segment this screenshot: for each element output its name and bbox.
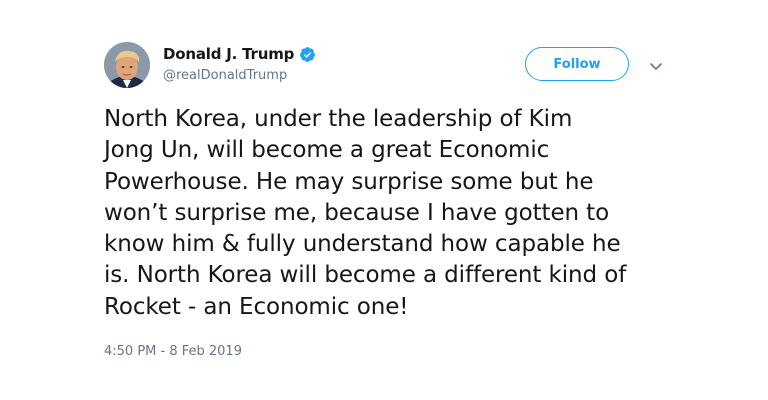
user-handle[interactable]: @realDonaldTrump xyxy=(163,68,316,83)
author-block: Donald J. Trump @realDonaldTrump xyxy=(163,44,316,83)
name-row: Donald J. Trump xyxy=(163,44,316,64)
tweet-card: Donald J. Trump @realDonaldTrump Follow … xyxy=(0,0,768,400)
chevron-down-icon[interactable] xyxy=(648,58,664,74)
tweet-timestamp[interactable]: 4:50 PM - 8 Feb 2019 xyxy=(104,344,242,359)
verified-badge-icon xyxy=(299,46,316,63)
display-name[interactable]: Donald J. Trump xyxy=(163,45,294,63)
follow-button[interactable]: Follow xyxy=(525,47,629,81)
avatar-image xyxy=(104,42,150,88)
tweet-text: North Korea, under the leadership of Kim… xyxy=(104,106,627,320)
avatar[interactable] xyxy=(104,42,150,88)
